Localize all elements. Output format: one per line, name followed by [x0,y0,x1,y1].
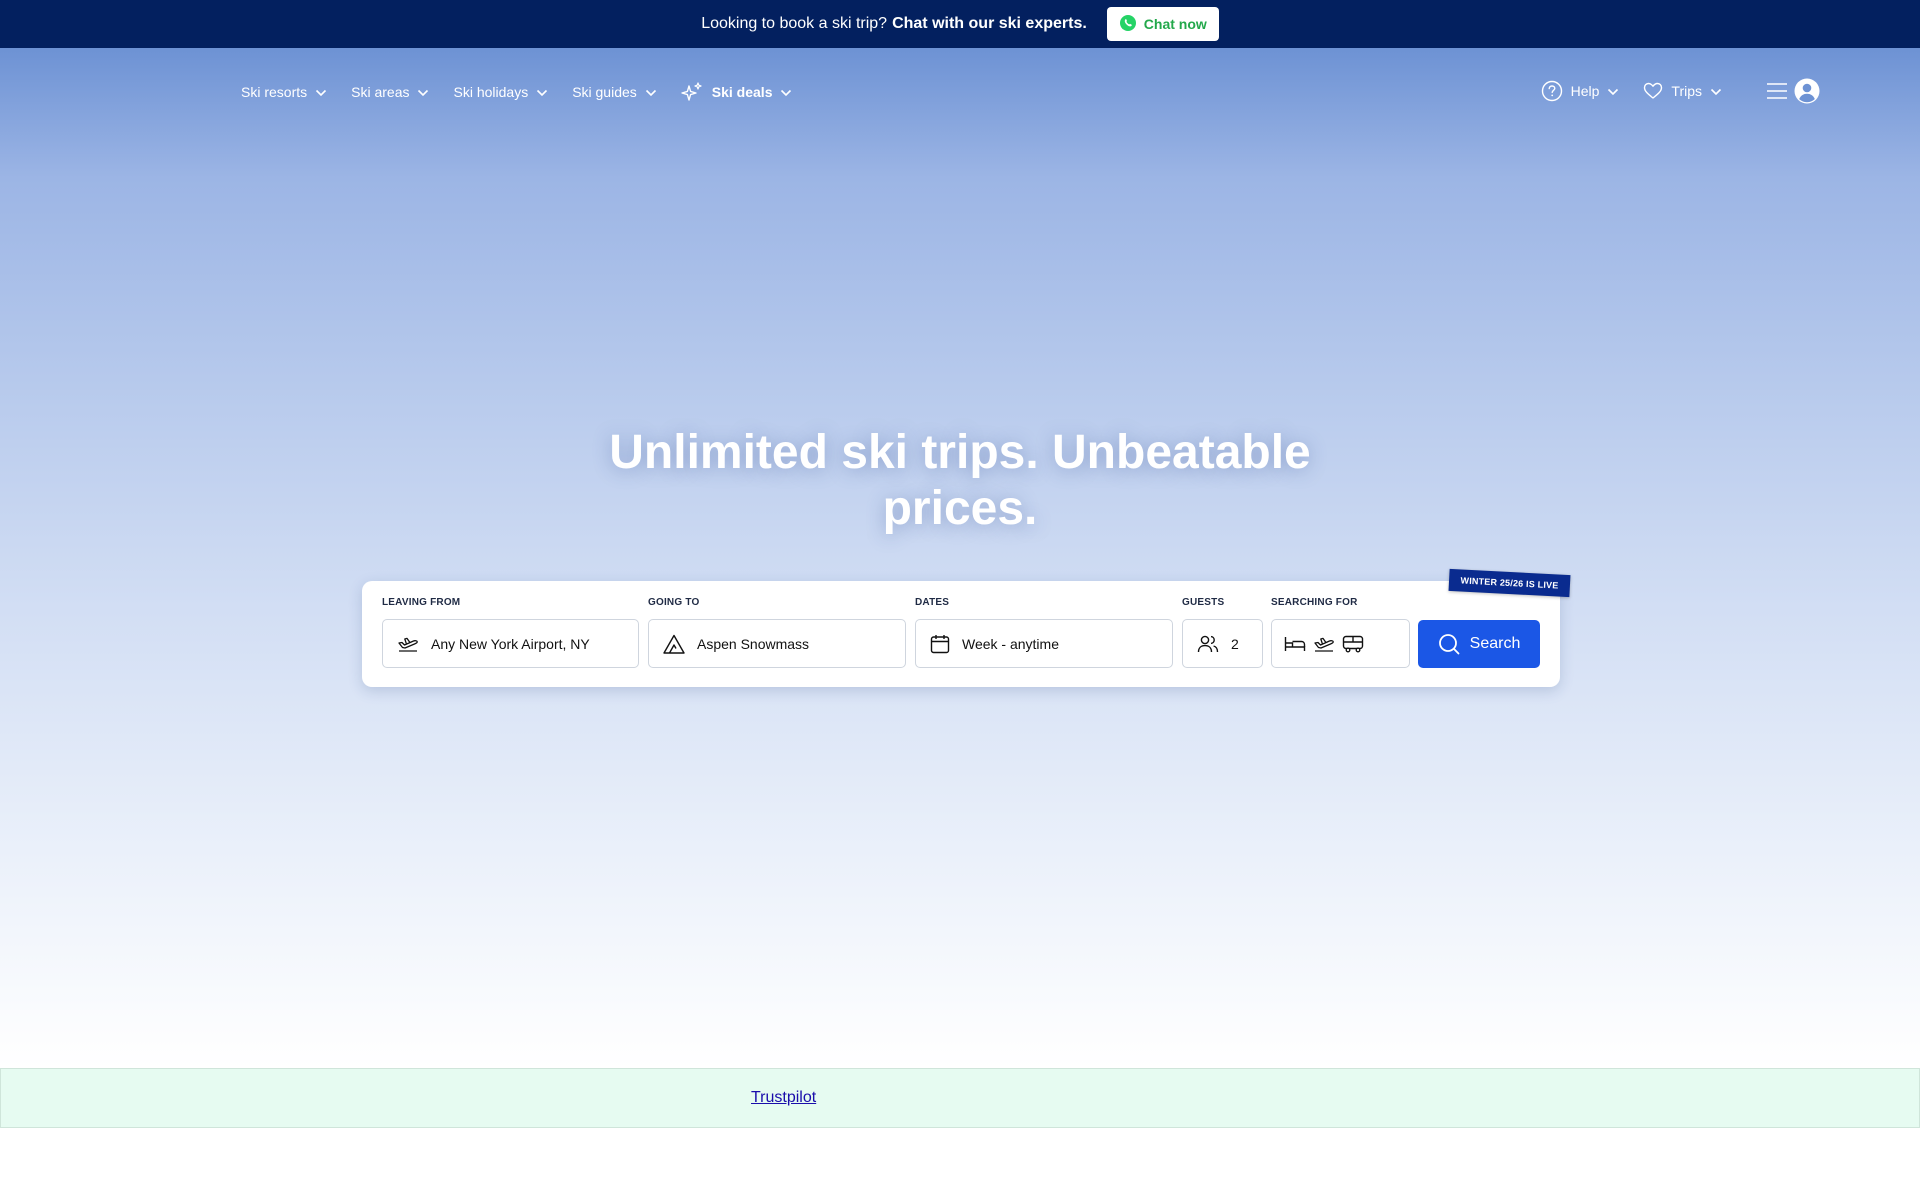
search-button[interactable]: Search [1418,620,1540,668]
nav-ski-deals-label: Ski deals [711,84,773,100]
nav-ski-guides-label: Ski guides [572,84,637,100]
help-icon [1541,80,1563,102]
leaving-from-input[interactable]: Any New York Airport, NY [382,619,639,668]
nav-ski-holidays[interactable]: Ski holidays [453,84,548,100]
chat-now-label: Chat now [1143,16,1207,32]
guests-label: GUESTS [1182,597,1225,608]
bus-icon [1342,635,1364,653]
calendar-icon [930,634,950,654]
chevron-down-icon [417,84,429,100]
sparkle-icon [681,82,703,102]
chat-now-button[interactable]: Chat now [1106,7,1219,41]
nav-trips[interactable]: Trips [1643,82,1722,100]
going-to-value: Aspen Snowmass [697,635,810,652]
hero-headline: Unlimited ski trips. Unbeatable prices. [609,426,1311,535]
hero-section [0,48,1920,1068]
search-form: LEAVING FROM Any New York Airport, NY GO… [362,581,1560,687]
going-to-label: GOING TO [648,597,700,608]
bed-icon [1284,636,1306,652]
hamburger-icon [1766,82,1788,100]
leaving-from-label: LEAVING FROM [382,597,461,608]
search-button-label: Search [1469,635,1521,652]
promo-banner: Looking to book a ski trip? Chat with ou… [0,0,1920,48]
account-menu-button[interactable] [1766,78,1820,104]
searching-for-label: SEARCHING FOR [1271,597,1358,608]
banner-bold-text: Chat with our ski experts. [892,15,1087,32]
nav-trips-label: Trips [1671,83,1702,99]
going-to-field: GOING TO Aspen Snowmass [648,596,906,668]
leaving-from-field: LEAVING FROM Any New York Airport, NY [382,596,639,668]
nav-ski-areas[interactable]: Ski areas [351,84,429,100]
chevron-down-icon [1710,83,1722,99]
nav-ski-guides[interactable]: Ski guides [572,84,657,100]
dates-value: Week - anytime [962,635,1059,652]
users-icon [1197,635,1219,653]
guests-value: 2 [1231,635,1239,652]
nav-help[interactable]: Help [1541,80,1620,102]
plane-departure-icon [397,635,419,653]
guests-input[interactable]: 2 [1182,619,1263,668]
chevron-down-icon [645,84,657,100]
mountain-icon [663,634,685,654]
nav-help-label: Help [1570,83,1600,99]
search-icon [1438,633,1460,655]
main-nav: Ski resorts Ski areas Ski holidays Ski g… [0,48,1920,144]
chevron-down-icon [536,84,548,100]
trustpilot-bar: Trustpilot [0,1068,1920,1128]
nav-account: Help Trips [1541,78,1820,104]
nav-ski-deals[interactable]: Ski deals [681,82,793,102]
dates-input[interactable]: Week - anytime [915,619,1173,668]
heart-icon [1643,82,1663,100]
nav-menu: Ski resorts Ski areas Ski holidays Ski g… [241,82,816,102]
plane-icon [1313,635,1335,653]
avatar-icon [1794,78,1820,104]
dates-field: DATES Week - anytime [915,596,1173,668]
searching-for-input[interactable] [1271,619,1410,668]
guests-field: GUESTS 2 [1182,596,1263,668]
chevron-down-icon [315,84,327,100]
nav-ski-resorts-label: Ski resorts [241,84,308,100]
going-to-input[interactable]: Aspen Snowmass [648,619,906,668]
nav-ski-resorts[interactable]: Ski resorts [241,84,327,100]
chevron-down-icon [1607,83,1619,99]
leaving-from-value: Any New York Airport, NY [431,635,590,652]
chevron-down-icon [780,84,792,100]
whatsapp-icon [1119,14,1137,35]
dates-label: DATES [915,597,950,608]
searching-for-field: SEARCHING FOR [1271,596,1410,668]
banner-text: Looking to book a ski trip? [701,15,888,32]
nav-ski-holidays-label: Ski holidays [453,84,529,100]
trustpilot-link[interactable]: Trustpilot [751,1089,816,1107]
nav-ski-areas-label: Ski areas [351,84,410,100]
